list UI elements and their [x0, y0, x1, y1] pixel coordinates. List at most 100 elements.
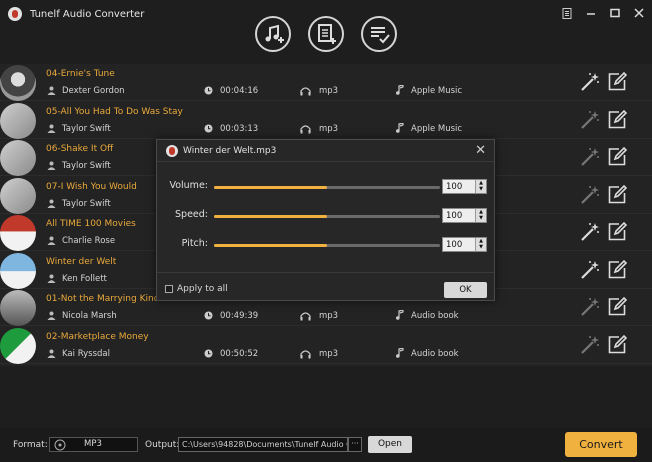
clock-icon: [204, 349, 213, 357]
magic-wand-icon[interactable]: [580, 297, 600, 317]
magic-wand-icon[interactable]: [580, 147, 600, 167]
dialog-title: Winter der Welt.mp3: [183, 146, 277, 156]
track-title: 06-Shake It Off: [46, 144, 114, 154]
add-file-button[interactable]: [308, 16, 344, 52]
headphones-icon: [300, 312, 311, 321]
music-note-icon: [396, 310, 404, 320]
edit-icon[interactable]: [607, 146, 628, 167]
edit-icon[interactable]: [607, 109, 628, 130]
track-artist: Taylor Swift: [62, 123, 111, 134]
music-add-icon: [265, 24, 284, 43]
track-format: mp3: [319, 86, 339, 96]
track-row[interactable]: 05-All You Had To Do Was Stay Taylor Swi…: [0, 102, 652, 139]
track-row[interactable]: 04-Ernie's Tune Dexter Gordon 00:04:16 m…: [0, 64, 652, 101]
list-check-icon: [371, 27, 390, 44]
history-button[interactable]: [361, 16, 397, 52]
album-cover: [0, 327, 36, 364]
track-source: Apple Music: [411, 123, 463, 134]
pitch-slider[interactable]: [214, 244, 440, 247]
person-icon: [47, 199, 56, 208]
volume-row: Volume: 100 ▲ ▼: [157, 178, 494, 196]
track-source: Apple Music: [411, 86, 463, 96]
output-label: Output:: [145, 440, 180, 450]
album-cover: [0, 252, 36, 289]
spin-arrows-icon[interactable]: ▲ ▼: [475, 180, 486, 193]
music-note-icon: [396, 122, 404, 133]
magic-wand-icon[interactable]: [580, 260, 600, 280]
open-button[interactable]: Open: [368, 436, 412, 453]
dialog-header: Winter der Welt.mp3 ✕: [157, 140, 494, 162]
edit-icon[interactable]: [607, 71, 628, 92]
spin-arrows-icon[interactable]: ▲ ▼: [475, 209, 486, 222]
format-select[interactable]: MP3: [49, 437, 138, 452]
headphones-icon: [300, 124, 311, 133]
dialog-close-icon[interactable]: ✕: [475, 143, 486, 158]
track-duration: 00:49:39: [220, 311, 259, 321]
album-cover: [0, 290, 36, 326]
pitch-value: 100: [446, 240, 463, 250]
track-title: 05-All You Had To Do Was Stay: [46, 106, 183, 117]
volume-slider[interactable]: [214, 186, 440, 189]
volume-fill: [214, 186, 327, 189]
pitch-spinbox[interactable]: 100 ▲ ▼: [442, 237, 487, 252]
convert-button[interactable]: Convert: [565, 432, 637, 457]
apply-to-all-checkbox[interactable]: Apply to all: [165, 284, 228, 294]
spin-arrows-icon[interactable]: ▲ ▼: [475, 238, 486, 251]
track-title: Winter der Welt: [46, 256, 117, 267]
person-icon: [47, 86, 56, 95]
output-path-field[interactable]: C:\Users\94828\Documents\Tunelf Audio Co…: [178, 437, 348, 452]
track-row[interactable]: 02-Marketplace Money Kai Ryssdal 00:50:5…: [0, 327, 652, 364]
track-duration: 00:50:52: [220, 348, 259, 359]
bottom-bar: Format: MP3 Output: C:\Users\94828\Docum…: [0, 428, 652, 462]
edit-icon[interactable]: [607, 296, 628, 317]
speed-value: 100: [446, 211, 463, 221]
magic-wand-icon[interactable]: [580, 185, 600, 205]
headphones-icon: [300, 349, 311, 358]
track-artist: Ken Follett: [62, 273, 107, 284]
track-artist: Kai Ryssdal: [62, 348, 110, 359]
pitch-fill: [214, 244, 327, 247]
track-format: mp3: [319, 123, 339, 134]
person-icon: [47, 161, 56, 170]
add-music-button[interactable]: [255, 16, 291, 52]
magic-wand-icon[interactable]: [580, 335, 600, 355]
headphones-icon: [300, 87, 311, 96]
browse-button[interactable]: ···: [348, 437, 362, 452]
pitch-label: Pitch:: [181, 238, 208, 249]
disc-icon: [54, 439, 66, 451]
person-icon: [47, 349, 56, 358]
app-logo-icon: [166, 145, 178, 157]
edit-icon[interactable]: [607, 184, 628, 205]
track-title: 04-Ernie's Tune: [46, 69, 115, 79]
album-cover: [0, 140, 36, 176]
track-title: 07-I Wish You Would: [46, 181, 137, 192]
track-artist: Taylor Swift: [62, 161, 111, 171]
toolbar: [0, 16, 652, 58]
track-artist: Charlie Rose: [62, 236, 116, 246]
speed-row: Speed: 100 ▲ ▼: [157, 207, 494, 225]
ok-button[interactable]: OK: [444, 282, 487, 298]
edit-icon[interactable]: [607, 259, 628, 280]
magic-wand-icon[interactable]: [580, 110, 600, 130]
person-icon: [47, 124, 56, 133]
volume-spinbox[interactable]: 100 ▲ ▼: [442, 179, 487, 194]
clock-icon: [204, 124, 213, 132]
album-cover: [0, 215, 36, 251]
speed-fill: [214, 215, 327, 218]
magic-wand-icon[interactable]: [580, 222, 600, 242]
person-icon: [47, 274, 56, 283]
track-format: mp3: [319, 311, 339, 321]
track-title: 02-Marketplace Money: [46, 331, 149, 342]
file-add-icon: [318, 24, 336, 44]
edit-icon[interactable]: [607, 334, 628, 355]
audio-settings-dialog: Winter der Welt.mp3 ✕ Volume: 100 ▲ ▼ Spee…: [156, 139, 495, 301]
track-duration: 00:03:13: [220, 123, 259, 134]
speed-slider[interactable]: [214, 215, 440, 218]
magic-wand-icon[interactable]: [580, 72, 600, 92]
track-title: All TIME 100 Movies: [46, 219, 136, 229]
checkbox-box[interactable]: [165, 285, 173, 293]
edit-icon[interactable]: [607, 221, 628, 242]
speed-spinbox[interactable]: 100 ▲ ▼: [442, 208, 487, 223]
track-title: 01-Not the Marrying Kind: [46, 294, 160, 304]
track-artist: Nicola Marsh: [62, 311, 117, 321]
